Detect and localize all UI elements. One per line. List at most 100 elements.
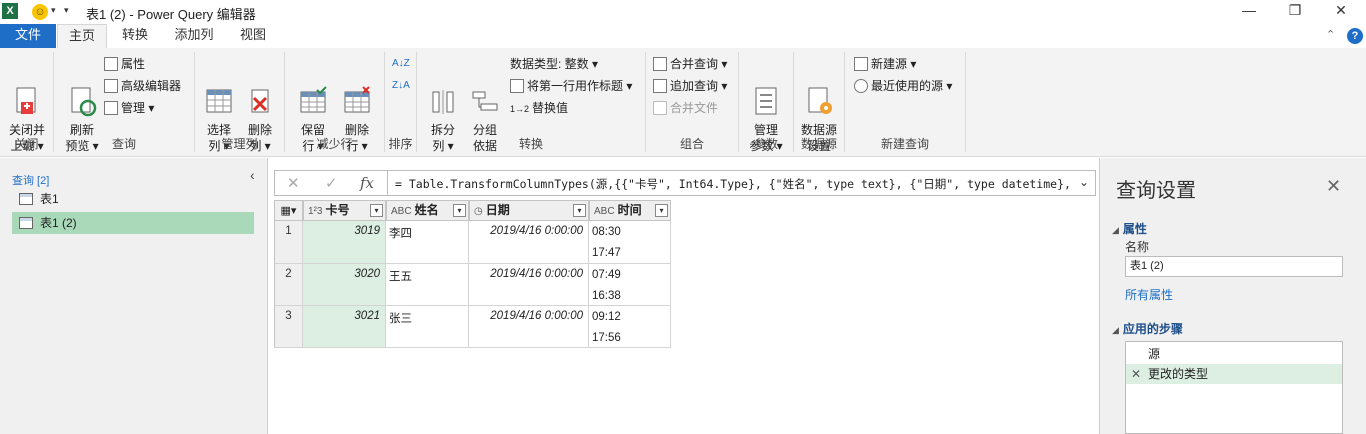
chevron-down-icon[interactable]: ▾ [51, 5, 56, 16]
filter-dropdown-icon[interactable]: ▾ [453, 204, 466, 217]
new-source-button[interactable]: 新建源 ▾ [854, 54, 916, 74]
expand-formula-icon[interactable]: ⌄ [1079, 175, 1089, 189]
formula-input[interactable]: = Table.TransformColumnTypes(源,{{"卡号", I… [395, 176, 1071, 192]
remove-columns-button[interactable]: 删除 列 ▾ [240, 54, 280, 170]
combine-files-icon [653, 101, 667, 115]
tab-add-column[interactable]: 添加列 [165, 24, 223, 48]
remove-rows-button[interactable]: 删除 行 ▾ [337, 54, 377, 170]
column-header-date[interactable]: ◷ 日期 ▾ [469, 200, 589, 221]
applied-steps-section-header[interactable]: ◢ 应用的步骤 [1112, 320, 1183, 337]
keep-rows-button[interactable]: 保留 行 ▾ [293, 54, 333, 170]
tab-view[interactable]: 视图 [230, 24, 276, 48]
table-cell[interactable]: 2019/4/16 0:00:00 [469, 221, 589, 264]
minimize-icon[interactable]: — [1234, 2, 1264, 18]
tab-file[interactable]: 文件 [0, 24, 56, 48]
column-header-name[interactable]: ABC 姓名 ▾ [386, 200, 469, 221]
choose-columns-icon [203, 86, 235, 118]
query-item-selected[interactable]: 表1 (2) [12, 212, 254, 234]
datetime-type-icon[interactable]: ◷ [474, 206, 483, 217]
table-cell[interactable]: 3019 [303, 221, 386, 264]
table-cell[interactable]: 09:12 17:56 [589, 306, 671, 348]
collapse-pane-icon[interactable]: ‹ [250, 167, 255, 183]
table-cell[interactable]: 2019/4/16 0:00:00 [469, 306, 589, 348]
data-type-dropdown[interactable]: 数据类型: 整数 ▾ [510, 54, 598, 74]
group-label-combine: 组合 [679, 137, 704, 151]
table-menu-icon[interactable]: ▦▾ [274, 200, 303, 221]
data-source-settings-button[interactable]: 数据源 设置 [797, 54, 841, 170]
all-properties-link[interactable]: 所有属性 [1125, 286, 1173, 303]
properties-button[interactable]: 属性 [104, 54, 145, 74]
choose-columns-button[interactable]: 选择 列 ▾ [200, 54, 238, 170]
table-cell[interactable]: 2019/4/16 0:00:00 [469, 264, 589, 306]
remove-columns-icon [244, 86, 276, 118]
group-by-button[interactable]: 分组 依据 [465, 54, 505, 170]
refresh-preview-button[interactable]: 刷新 预览 ▾ [60, 54, 104, 170]
combine-files-button[interactable]: 合并文件 [653, 98, 718, 118]
append-queries-button[interactable]: 追加查询 ▾ [653, 76, 727, 96]
queries-header[interactable]: 查询 [2] [12, 172, 49, 188]
collapse-triangle-icon: ◢ [1112, 225, 1119, 235]
new-source-icon [854, 57, 868, 71]
recent-sources-button[interactable]: 最近使用的源 ▾ [854, 76, 952, 96]
table-icon [19, 193, 33, 205]
help-icon[interactable]: ? [1347, 28, 1363, 44]
collapse-ribbon-icon[interactable]: ⌃ [1326, 28, 1335, 41]
recent-sources-icon [854, 79, 868, 93]
table-cell[interactable]: 3020 [303, 264, 386, 306]
cancel-formula-icon[interactable]: ✕ [287, 174, 300, 192]
table-cell[interactable]: 3021 [303, 306, 386, 348]
customize-quick-access-icon[interactable]: ▾ [64, 5, 69, 16]
smiley-icon[interactable]: ☺ [32, 4, 48, 20]
whole-number-type-icon[interactable]: 1²3 [308, 206, 322, 217]
group-transform: 拆分 列 ▾ 分组 依据 数据类型: 整数 ▾ 将第一行用作标题 ▾ 1→2 替换… [417, 48, 645, 157]
step-item-selected[interactable]: ✕ 更改的类型 [1126, 364, 1342, 384]
filter-dropdown-icon[interactable]: ▾ [370, 204, 383, 217]
merge-queries-button[interactable]: 合并查询 ▾ [653, 54, 727, 74]
replace-values-button[interactable]: 1→2 替换值 [510, 98, 568, 118]
delete-step-icon[interactable]: ✕ [1131, 364, 1141, 384]
filter-dropdown-icon[interactable]: ▾ [655, 204, 668, 217]
row-number[interactable]: 3 [274, 306, 303, 348]
use-first-row-as-headers-button[interactable]: 将第一行用作标题 ▾ [510, 76, 632, 96]
table-cell[interactable]: 李四 [386, 221, 469, 264]
group-label-sort: 排序 [388, 137, 413, 151]
sort-ascending-icon[interactable]: A↓Z [392, 54, 410, 74]
filter-dropdown-icon[interactable]: ▾ [573, 204, 586, 217]
split-column-button[interactable]: 拆分 列 ▾ [425, 54, 461, 170]
close-icon[interactable]: ✕ [1326, 2, 1356, 19]
table-cell[interactable]: 王五 [386, 264, 469, 306]
applied-steps-list: 源 ✕ 更改的类型 [1125, 341, 1343, 434]
query-settings-pane: 查询设置 ✕ ◢ 属性 名称 表1 (2) 所有属性 ◢ 应用的步骤 源 ✕ 更改的类… [1099, 158, 1366, 434]
fx-icon[interactable]: fx [360, 174, 374, 192]
manage-parameters-button[interactable]: 管理 参数 ▾ [745, 54, 787, 170]
manage-icon [104, 101, 118, 115]
table-icon [19, 217, 33, 229]
text-type-icon[interactable]: ABC [594, 206, 615, 217]
advanced-editor-button[interactable]: 高级编辑器 [104, 76, 181, 96]
row-number[interactable]: 1 [274, 221, 303, 264]
replace-icon: 1→2 [510, 104, 530, 114]
tab-transform[interactable]: 转换 [112, 24, 158, 48]
query-item[interactable]: 表1 [12, 188, 254, 210]
text-type-icon[interactable]: ABC [391, 206, 412, 217]
column-header-time[interactable]: ABC 时间 ▾ [589, 200, 671, 221]
close-icon[interactable]: ✕ [1326, 176, 1341, 197]
table-cell[interactable]: 08:30 17:47 [589, 221, 671, 264]
group-label-parameters: 参数 [753, 137, 778, 151]
advanced-editor-icon [104, 79, 118, 93]
column-header-card[interactable]: 1²3 卡号 ▾ [303, 200, 386, 221]
manage-button[interactable]: 管理 ▾ [104, 98, 154, 118]
restore-icon[interactable]: ❐ [1280, 2, 1310, 19]
query-name-input[interactable]: 表1 (2) [1125, 256, 1343, 277]
sort-descending-icon[interactable]: Z↓A [392, 76, 410, 96]
tab-home[interactable]: 主页 [57, 24, 107, 48]
table-cell[interactable]: 07:49 16:38 [589, 264, 671, 306]
group-label-data-source: 数据源 [800, 137, 837, 151]
close-and-load-button[interactable]: 关闭并 上载 ▾ [4, 54, 50, 170]
row-number[interactable]: 2 [274, 264, 303, 306]
table-cell[interactable]: 张三 [386, 306, 469, 348]
commit-formula-icon[interactable]: ✓ [325, 174, 338, 192]
properties-section-header[interactable]: ◢ 属性 [1112, 220, 1147, 237]
step-item[interactable]: 源 [1126, 344, 1342, 364]
name-label: 名称 [1125, 240, 1150, 254]
